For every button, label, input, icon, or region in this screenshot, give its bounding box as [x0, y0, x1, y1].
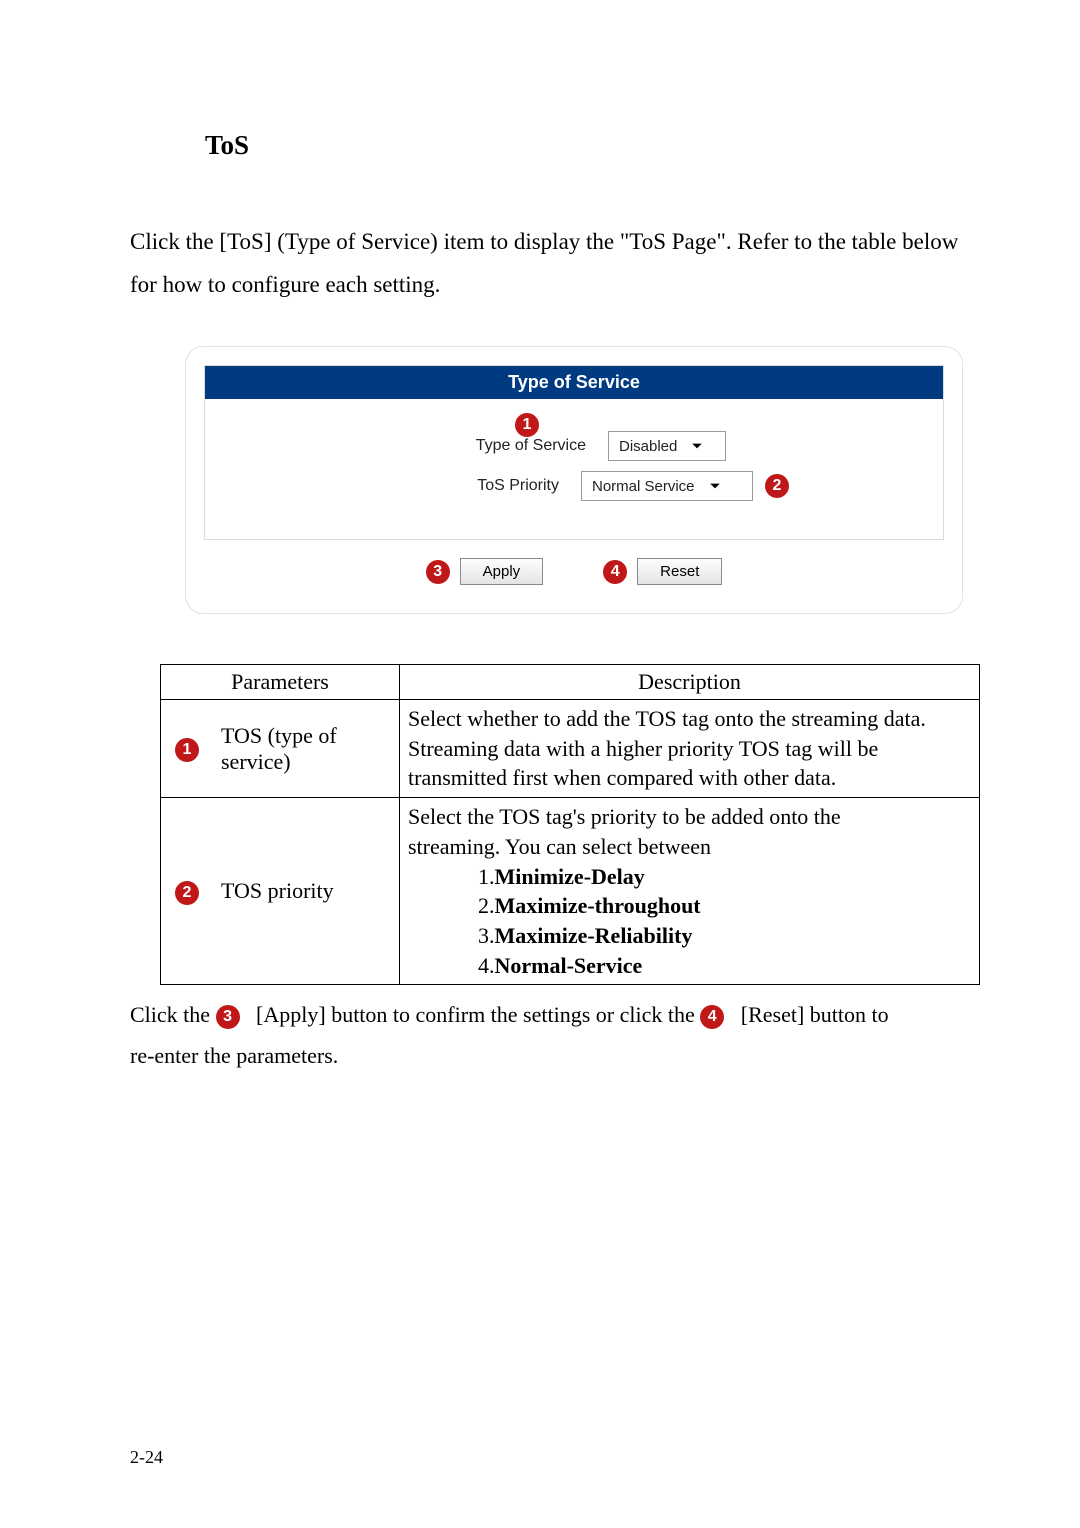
col-description: Description [400, 665, 980, 700]
section-heading: ToS [205, 130, 990, 161]
callout-badge-3: 3 [426, 560, 450, 584]
param-name: TOS (type of service) [213, 700, 400, 798]
table-row: 1 TOS (type of service) Select whether t… [161, 700, 980, 798]
callout-badge-2: 2 [765, 474, 789, 498]
col-parameters: Parameters [161, 665, 400, 700]
callout-badge-4: 4 [603, 560, 627, 584]
type-of-service-label: Type of Service [386, 437, 608, 455]
footer-paragraph: Click the 3 [Apply] button to confirm th… [130, 995, 990, 1076]
inline-badge-3: 3 [216, 1005, 240, 1029]
page-number: 2-24 [130, 1447, 163, 1468]
row-badge-1: 1 [175, 738, 199, 762]
table-row: 2 TOS priority Select the TOS tag's prio… [161, 798, 980, 985]
intro-paragraph: Click the [ToS] (Type of Service) item t… [130, 221, 990, 306]
inline-badge-4: 4 [700, 1005, 724, 1029]
reset-button[interactable]: Reset [637, 558, 722, 585]
type-of-service-value: Disabled [619, 438, 677, 455]
tos-panel-figure: Type of Service 1 Type of Service Disabl… [185, 346, 963, 614]
tos-priority-label: ToS Priority [359, 477, 581, 495]
tos-priority-select[interactable]: Normal Service [581, 471, 753, 501]
panel-title: Type of Service [205, 366, 943, 399]
param-desc: Select whether to add the TOS tag onto t… [400, 700, 980, 798]
chevron-down-icon [691, 440, 703, 452]
parameters-table: Parameters Description 1 TOS (type of se… [160, 664, 980, 985]
param-desc: Select the TOS tag's priority to be adde… [400, 798, 980, 985]
param-name: TOS priority [213, 798, 400, 985]
chevron-down-icon [709, 480, 721, 492]
callout-badge-1: 1 [515, 413, 539, 437]
apply-button[interactable]: Apply [460, 558, 544, 585]
row-badge-2: 2 [175, 881, 199, 905]
type-of-service-select[interactable]: Disabled [608, 431, 726, 461]
tos-priority-value: Normal Service [592, 478, 695, 495]
